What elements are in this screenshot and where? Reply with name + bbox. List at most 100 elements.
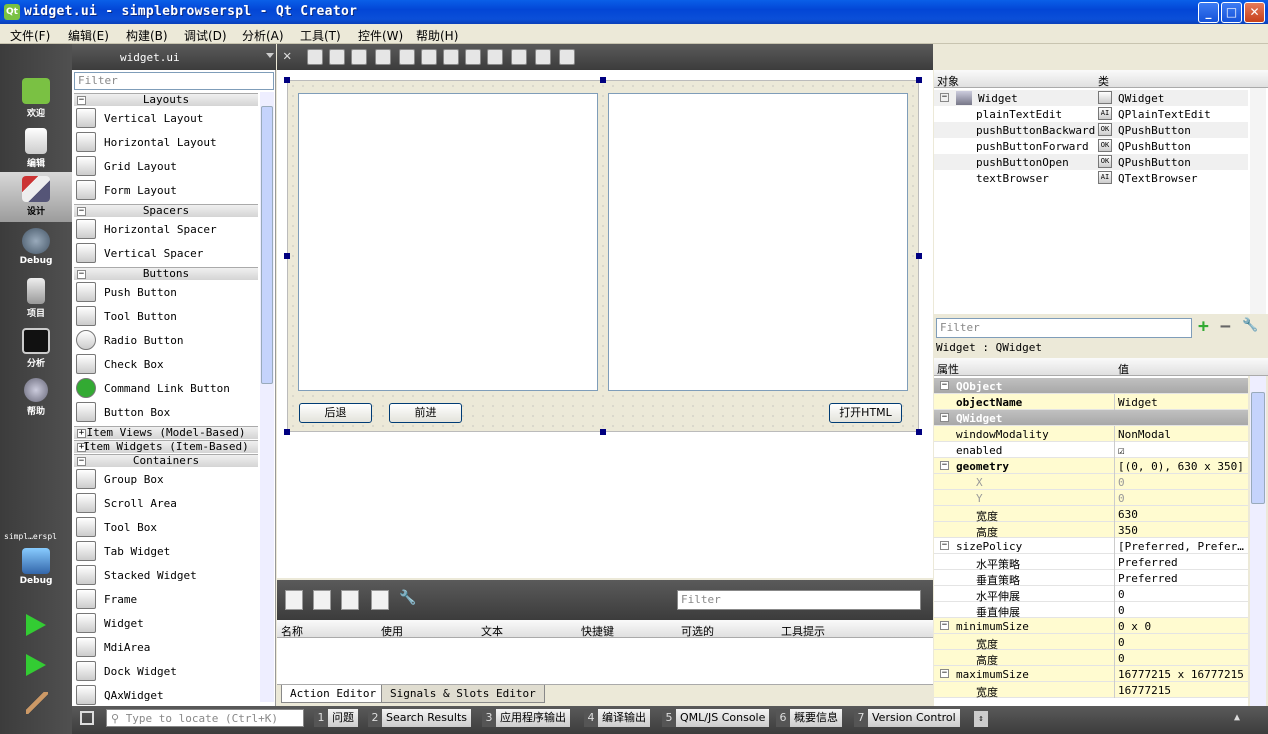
open-file-name[interactable]: widget.ui xyxy=(120,51,180,64)
chevron-down-icon[interactable] xyxy=(266,53,274,58)
resize-handle[interactable] xyxy=(916,253,922,259)
category-item-views[interactable]: + Item Views (Model-Based) xyxy=(74,426,258,439)
menu-debug[interactable]: 调试(D) xyxy=(184,27,227,44)
pane-qml-console[interactable]: 5 QML/JS Console xyxy=(662,709,770,727)
widget-item-push-button[interactable]: Push Button xyxy=(76,280,260,304)
resize-handle[interactable] xyxy=(284,429,290,435)
layout-grid-icon[interactable] xyxy=(511,49,527,65)
column-object[interactable]: 对象 xyxy=(937,73,959,89)
column-checkable[interactable]: 可选的 xyxy=(681,623,714,639)
resize-handle[interactable] xyxy=(600,77,606,83)
widget-item-horizontal-layout[interactable]: Horizontal Layout xyxy=(76,130,260,154)
property-row[interactable]: − QWidget xyxy=(934,410,1248,426)
object-row-pushbuttonbackward[interactable]: pushButtonBackward OK QPushButton xyxy=(934,122,1248,138)
property-value[interactable]: 0 xyxy=(1118,588,1125,601)
new-action-icon[interactable] xyxy=(285,590,303,610)
wrench-icon[interactable]: 🔧 xyxy=(399,590,417,610)
menu-file[interactable]: 文件(F) xyxy=(10,27,50,44)
column-property[interactable]: 属性 xyxy=(937,361,959,377)
widget-item-form-layout[interactable]: Form Layout xyxy=(76,178,260,202)
property-row[interactable]: windowModality NonModal xyxy=(934,426,1248,442)
menu-widgets[interactable]: 控件(W) xyxy=(358,27,403,44)
pane-compile-output[interactable]: 4 编译输出 xyxy=(584,709,650,727)
property-row[interactable]: 宽度 16777215 xyxy=(934,682,1248,699)
minimize-button[interactable]: _ xyxy=(1198,2,1219,23)
collapse-icon[interactable]: − xyxy=(940,93,949,102)
close-editor-icon[interactable]: ✕ xyxy=(283,48,291,64)
pane-issues[interactable]: 1 问题 xyxy=(314,709,358,727)
collapse-icon[interactable]: − xyxy=(940,413,949,422)
widget-item-vertical-spacer[interactable]: Vertical Spacer xyxy=(76,241,260,265)
configure-wrench-icon[interactable]: 🔧 xyxy=(1242,318,1258,333)
property-row[interactable]: 水平策略 Preferred xyxy=(934,554,1248,571)
property-row[interactable]: 垂直策略 Preferred xyxy=(934,570,1248,587)
object-row-pushbuttonforward[interactable]: pushButtonForward OK QPushButton xyxy=(934,138,1248,154)
column-text[interactable]: 文本 xyxy=(481,623,503,639)
tab-action-editor[interactable]: Action Editor xyxy=(281,685,386,703)
menu-build[interactable]: 构建(B) xyxy=(126,27,168,44)
property-value[interactable]: Preferred xyxy=(1118,572,1178,585)
property-row[interactable]: − minimumSize 0 x 0 xyxy=(934,618,1248,634)
action-table[interactable] xyxy=(277,638,933,684)
property-row[interactable]: X0 xyxy=(934,474,1248,490)
resize-handle[interactable] xyxy=(916,429,922,435)
action-filter-input[interactable]: Filter xyxy=(677,590,921,610)
text-browser[interactable] xyxy=(608,93,908,391)
widget-filter-input[interactable]: Filter xyxy=(74,72,274,90)
column-value[interactable]: 值 xyxy=(1118,361,1129,377)
property-value[interactable]: NonModal xyxy=(1118,428,1171,441)
mode-debug[interactable]: Debug xyxy=(0,224,72,274)
property-value[interactable]: 0 xyxy=(1118,492,1125,505)
open-html-button[interactable]: 打开HTML xyxy=(829,403,902,423)
mode-projects[interactable]: 项目 xyxy=(0,274,72,324)
adjust-size-icon[interactable] xyxy=(559,49,575,65)
widget-item-vertical-layout[interactable]: Vertical Layout xyxy=(76,106,260,130)
delete-action-icon[interactable] xyxy=(371,590,389,610)
widget-item-widget[interactable]: Widget xyxy=(76,611,260,635)
layout-h-splitter-icon[interactable] xyxy=(443,49,459,65)
property-value[interactable]: 16777215 x 16777215 xyxy=(1118,668,1244,681)
pane-search-results[interactable]: 2 Search Results xyxy=(368,709,472,727)
property-value[interactable]: Widget xyxy=(1118,396,1158,409)
break-layout-icon[interactable] xyxy=(535,49,551,65)
menu-edit[interactable]: 编辑(E) xyxy=(68,27,109,44)
widget-item-horizontal-spacer[interactable]: Horizontal Spacer xyxy=(76,217,260,241)
copy-action-icon[interactable] xyxy=(313,590,331,610)
column-name[interactable]: 名称 xyxy=(281,623,303,639)
edit-buddies-icon[interactable] xyxy=(351,49,367,65)
mode-analyze[interactable]: 分析 xyxy=(0,324,72,374)
property-value[interactable]: Preferred xyxy=(1118,556,1178,569)
widget-item-command-link-button[interactable]: Command Link Button xyxy=(76,376,260,400)
mode-design[interactable]: 设计 xyxy=(0,172,72,222)
property-scroll-thumb[interactable] xyxy=(1251,392,1265,504)
maximize-button[interactable]: □ xyxy=(1221,2,1242,23)
property-value[interactable]: 630 xyxy=(1118,508,1138,521)
run-icon[interactable] xyxy=(26,614,46,636)
widget-item-mdi-area[interactable]: MdiArea xyxy=(76,635,260,659)
collapse-icon[interactable]: − xyxy=(940,669,949,678)
object-row-textbrowser[interactable]: textBrowser AI QTextBrowser xyxy=(934,170,1248,186)
pane-application-output[interactable]: 3 应用程序输出 xyxy=(482,709,570,727)
object-row-plaintextedit[interactable]: plainTextEdit AI QPlainTextEdit xyxy=(934,106,1248,122)
property-value[interactable]: 350 xyxy=(1118,524,1138,537)
widget-item-stacked-widget[interactable]: Stacked Widget xyxy=(76,563,260,587)
maximize-output-icon[interactable]: ▲ xyxy=(1234,712,1240,723)
property-row[interactable]: 垂直伸展 0 xyxy=(934,602,1248,619)
edit-signals-icon[interactable] xyxy=(329,49,345,65)
property-row[interactable]: 高度 0 xyxy=(934,650,1248,667)
edit-tab-order-icon[interactable] xyxy=(375,49,391,65)
collapse-icon[interactable]: − xyxy=(940,621,949,630)
paste-action-icon[interactable] xyxy=(341,590,359,610)
column-tooltip[interactable]: 工具提示 xyxy=(781,623,825,639)
property-row[interactable]: − geometry [(0, 0), 630 x 350] xyxy=(934,458,1248,474)
property-row[interactable]: − sizePolicy [Preferred, Prefer… xyxy=(934,538,1248,554)
category-containers[interactable]: − Containers xyxy=(74,454,258,467)
widget-item-qaxwidget[interactable]: QAxWidget xyxy=(76,683,260,707)
menu-help[interactable]: 帮助(H) xyxy=(416,27,458,44)
widget-item-dock-widget[interactable]: Dock Widget xyxy=(76,659,260,683)
property-value[interactable]: [Preferred, Prefer… xyxy=(1118,540,1244,553)
collapse-icon[interactable]: − xyxy=(940,461,949,470)
property-filter-input[interactable]: Filter xyxy=(936,318,1192,338)
mode-help[interactable]: 帮助 xyxy=(0,374,72,424)
property-row[interactable]: − maximumSize 16777215 x 16777215 xyxy=(934,666,1248,682)
